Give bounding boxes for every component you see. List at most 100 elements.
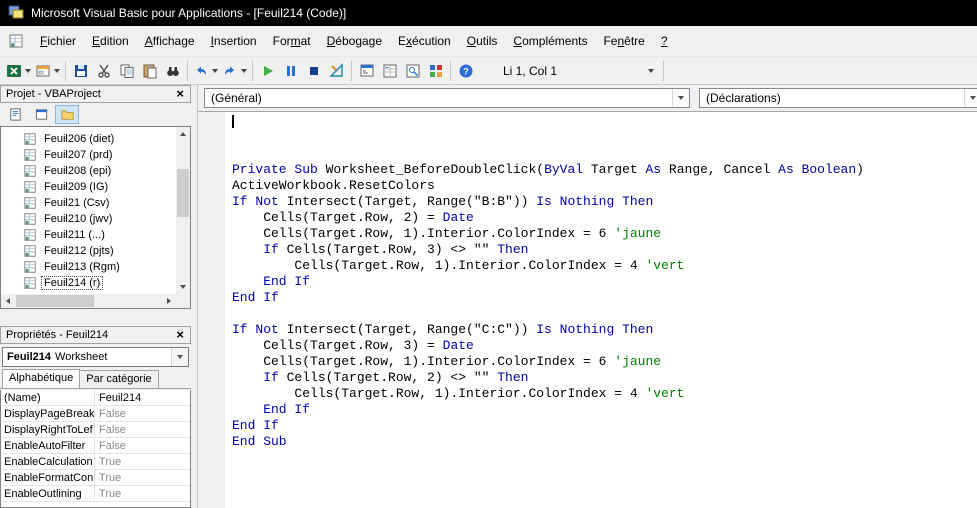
horizontal-scroll-thumb[interactable] <box>16 295 94 307</box>
property-value[interactable]: True <box>95 454 190 469</box>
combo-dropdown-button[interactable] <box>964 89 977 107</box>
property-row[interactable]: DisplayPageBreakFalse <box>1 406 190 422</box>
scroll-left-button[interactable] <box>1 294 15 308</box>
code-margin-indicator-bar[interactable] <box>198 112 225 508</box>
save-icon <box>73 63 89 79</box>
property-row[interactable]: EnableAutoFilterFalse <box>1 438 190 454</box>
properties-window-button[interactable] <box>378 60 401 82</box>
worksheet-icon <box>23 244 37 258</box>
worksheet-icon <box>23 164 37 178</box>
worksheet-icon <box>23 196 37 210</box>
project-explorer-button[interactable] <box>355 60 378 82</box>
scroll-up-button[interactable] <box>176 127 190 141</box>
close-icon[interactable]: × <box>173 328 187 342</box>
property-name: DisplayRightToLef <box>1 422 95 437</box>
property-value[interactable]: False <box>95 422 190 437</box>
triangle-right-icon <box>167 298 171 304</box>
menu-outils[interactable]: Outils <box>459 29 506 53</box>
save-button[interactable] <box>69 60 92 82</box>
object-combo[interactable]: (Général) <box>204 88 690 108</box>
object-browser-button[interactable] <box>401 60 424 82</box>
toolbox-button[interactable] <box>424 60 447 82</box>
tree-item-feuil208-epi[interactable]: Feuil208 (epi) <box>2 163 175 179</box>
property-value[interactable]: False <box>95 438 190 453</box>
tree-item-feuil206-diet[interactable]: Feuil206 (diet) <box>2 131 175 147</box>
code-line: Cells(Target.Row, 1).Interior.ColorIndex… <box>232 258 977 274</box>
copy-icon <box>119 63 135 79</box>
toolbar-separator <box>450 61 451 81</box>
code-window-icon[interactable] <box>8 33 24 49</box>
paste-button[interactable] <box>138 60 161 82</box>
project-panel-toolbar <box>0 103 191 126</box>
menu-insertion[interactable]: Insertion <box>203 29 265 53</box>
menu-?[interactable]: ? <box>653 29 676 53</box>
window-title: Microsoft Visual Basic pour Applications… <box>31 6 346 20</box>
code-line <box>232 146 977 162</box>
combo-dropdown-button[interactable] <box>672 89 689 107</box>
properties-panel: Propriétés - Feuil214 × Feuil214 Workshe… <box>0 326 191 508</box>
object-selector-combo[interactable]: Feuil214 Worksheet <box>2 347 189 367</box>
menu-excution[interactable]: Exécution <box>390 29 459 53</box>
combo-dropdown-button[interactable] <box>171 348 188 366</box>
tree-item-feuil207-prd[interactable]: Feuil207 (prd) <box>2 147 175 163</box>
vertical-scroll-thumb[interactable] <box>177 169 189 217</box>
reset-button[interactable] <box>302 60 325 82</box>
view-object-button[interactable] <box>29 105 53 124</box>
menu-bar-items: FichierEditionAffichageInsertionFormatDé… <box>32 26 676 56</box>
property-row[interactable]: EnableCalculationTrue <box>1 454 190 470</box>
tree-horizontal-scrollbar[interactable] <box>1 294 176 308</box>
tree-item-feuil211[interactable]: Feuil211 (...) <box>2 227 175 243</box>
menu-edition[interactable]: Edition <box>84 29 137 53</box>
tree-item-feuil210-jwv[interactable]: Feuil210 (jwv) <box>2 211 175 227</box>
menu-fichier[interactable]: Fichier <box>32 29 84 53</box>
code-line: Private Sub Worksheet_BeforeDoubleClick(… <box>232 162 977 178</box>
view-excel-button[interactable] <box>4 60 33 82</box>
property-value[interactable]: Feuil214 <box>95 390 190 405</box>
tab-alphab-tique[interactable]: Alphabétique <box>2 369 80 388</box>
property-row[interactable]: (Name)Feuil214 <box>1 390 190 406</box>
tree-item-feuil212-pjts[interactable]: Feuil212 (pjts) <box>2 243 175 259</box>
redo-button[interactable] <box>220 60 249 82</box>
property-value[interactable]: False <box>95 406 190 421</box>
code-editor[interactable]: Private Sub Worksheet_BeforeDoubleClick(… <box>198 111 977 508</box>
close-icon[interactable]: × <box>173 87 187 101</box>
run-button[interactable] <box>256 60 279 82</box>
view-code-button[interactable] <box>3 105 27 124</box>
tree-item-feuil209-ig[interactable]: Feuil209 (IG) <box>2 179 175 195</box>
scroll-down-button[interactable] <box>176 280 190 294</box>
toolbar-overflow-button[interactable] <box>642 69 660 73</box>
tree-item-label: Feuil210 (jwv) <box>41 212 115 226</box>
design-mode-button[interactable] <box>325 60 348 82</box>
cut-button[interactable] <box>92 60 115 82</box>
find-button[interactable] <box>161 60 184 82</box>
tree-vertical-scrollbar[interactable] <box>176 127 190 294</box>
toggle-folders-button[interactable] <box>55 105 79 124</box>
menu-affichage[interactable]: Affichage <box>137 29 203 53</box>
tree-item-feuil21-csv[interactable]: Feuil21 (Csv) <box>2 195 175 211</box>
menu-complments[interactable]: Compléments <box>505 29 595 53</box>
insert-userform-button[interactable] <box>33 60 62 82</box>
property-name: EnableCalculation <box>1 454 95 469</box>
code-line: End If <box>232 402 977 418</box>
properties-window-icon <box>382 63 398 79</box>
project-panel-header: Projet - VBAProject × <box>0 85 191 103</box>
help-button[interactable]: ? <box>454 60 477 82</box>
procedure-combo[interactable]: (Déclarations) <box>699 88 977 108</box>
tab-par-cat-gorie[interactable]: Par catégorie <box>79 370 158 388</box>
property-row[interactable]: EnableFormatConTrue <box>1 470 190 486</box>
property-name: (Name) <box>1 390 95 405</box>
property-row[interactable]: DisplayRightToLefFalse <box>1 422 190 438</box>
object-browser-icon <box>405 63 421 79</box>
property-value[interactable]: True <box>95 486 190 501</box>
property-row[interactable]: EnableOutliningTrue <box>1 486 190 502</box>
copy-button[interactable] <box>115 60 138 82</box>
menu-fentre[interactable]: Fenêtre <box>595 29 652 53</box>
break-button[interactable] <box>279 60 302 82</box>
undo-button[interactable] <box>191 60 220 82</box>
menu-format[interactable]: Format <box>265 29 319 53</box>
scroll-right-button[interactable] <box>162 294 176 308</box>
menu-dbogage[interactable]: Débogage <box>319 29 390 53</box>
tree-item-feuil214-r[interactable]: Feuil214 (r) <box>2 275 175 291</box>
property-value[interactable]: True <box>95 470 190 485</box>
tree-item-feuil213-rgm[interactable]: Feuil213 (Rgm) <box>2 259 175 275</box>
